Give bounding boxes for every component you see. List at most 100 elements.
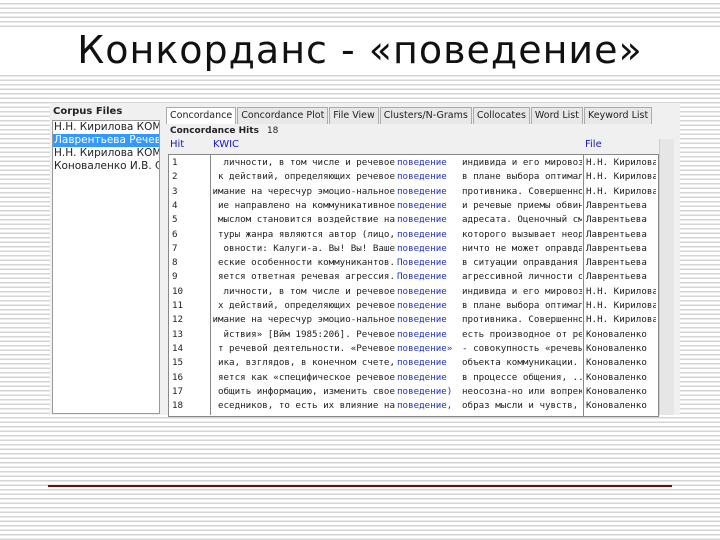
corpus-files-list[interactable]: Н.Н. Кирилова КОМ Лаврентьева Речевы Н.Н… bbox=[52, 120, 160, 414]
corpus-file-item[interactable]: Коноваленко И.В. Стр bbox=[53, 160, 159, 173]
concordance-row[interactable]: 16 яется как «специфическое речевое поведе… bbox=[168, 371, 657, 385]
corpus-file-item-selected[interactable]: Лаврентьева Речевы bbox=[53, 134, 159, 147]
keyword: поведение» bbox=[397, 342, 453, 354]
tab-concordance-plot[interactable]: Concordance Plot bbox=[237, 107, 329, 124]
concordance-row[interactable]: 1 личности, в том числе и речевое поведени… bbox=[168, 156, 657, 170]
right-context: противника. Совершенно bbox=[462, 314, 582, 326]
hit-number: 10 bbox=[172, 285, 184, 297]
hit-number: 8 bbox=[172, 257, 178, 269]
left-context: мыслом становится воздействие на bbox=[217, 214, 395, 226]
tool-tabs: Concordance Concordance Plot File View C… bbox=[166, 107, 653, 124]
file-name: Коноваленко bbox=[586, 328, 647, 340]
file-name: Коноваленко bbox=[586, 385, 647, 397]
concordance-row[interactable]: 8 еские особенности коммуникантов. Поведен… bbox=[168, 256, 657, 270]
hit-number: 11 bbox=[172, 300, 184, 311]
right-context: в плане выбора оптималь bbox=[462, 300, 582, 311]
right-context: индивида и его мировозз bbox=[462, 157, 582, 168]
tab-word-list[interactable]: Word List bbox=[530, 107, 583, 124]
keyword: поведение bbox=[397, 228, 447, 240]
keyword: поведение bbox=[397, 328, 447, 340]
left-context: личности, в том числе и речевое bbox=[223, 285, 395, 297]
right-context: индивида и его мировозз bbox=[462, 285, 582, 297]
keyword: поведение bbox=[397, 171, 447, 183]
file-name: Н.Н. Кирилова bbox=[586, 157, 656, 168]
column-header-kwic[interactable]: KWIC bbox=[213, 139, 239, 150]
keyword: Поведение bbox=[397, 271, 447, 283]
concordance-row[interactable]: 17 общить информацию, изменить свое поведе… bbox=[168, 385, 657, 399]
keyword: поведение) bbox=[397, 385, 453, 397]
concordance-row[interactable]: 14 т речевой деятельности. «Речевое поведе… bbox=[168, 342, 657, 356]
keyword: поведение bbox=[397, 214, 447, 226]
right-context: ничто не может оправдат bbox=[462, 242, 582, 254]
keyword: поведение bbox=[397, 285, 447, 297]
keyword: поведение bbox=[397, 371, 447, 383]
hit-number: 1 bbox=[172, 157, 178, 168]
concordance-row[interactable]: 6 туры жанра являются автор (лицо, поведен… bbox=[168, 228, 657, 242]
concordance-row[interactable]: 7 овности: Калуги-а. Вы! Вы! Ваше поведени… bbox=[168, 242, 657, 256]
left-context: т речевой деятельности. «Речевое bbox=[217, 342, 395, 354]
left-context: к действий, определяющих речевое bbox=[217, 171, 395, 183]
file-name: Н.Н. Кирилова bbox=[586, 185, 656, 197]
file-name: Н.Н. Кирилова bbox=[586, 285, 656, 297]
right-context: неосозна-но или вопрек bbox=[462, 385, 582, 397]
hits-label: Concordance Hits bbox=[170, 126, 259, 136]
left-context: яется как «специфическое речевое bbox=[217, 371, 395, 383]
file-name: Лаврентьева bbox=[586, 271, 647, 283]
concordance-row[interactable]: 3 имание на чересчур эмоцио-нальное поведе… bbox=[168, 185, 657, 199]
column-header-hit[interactable]: Hit bbox=[170, 139, 184, 150]
right-context: в ситуации оправдания о bbox=[462, 257, 582, 269]
corpus-file-item[interactable]: Н.Н. Кирилова КОМ bbox=[53, 121, 159, 134]
concordance-row[interactable]: 10 личности, в том числе и речевое поведен… bbox=[168, 285, 657, 299]
tab-collocates[interactable]: Collocates bbox=[472, 107, 530, 124]
file-name: Н.Н. Кирилова bbox=[586, 171, 656, 183]
file-name: Лаврентьева bbox=[586, 214, 647, 226]
hit-number: 5 bbox=[172, 214, 178, 226]
hit-number: 3 bbox=[172, 185, 178, 197]
right-context: есть производное от реч bbox=[462, 328, 582, 340]
concordance-row[interactable]: 12 имание на чересчур эмоцио-нальное повед… bbox=[168, 313, 657, 327]
tab-clusters[interactable]: Clusters/N-Grams bbox=[379, 107, 472, 124]
left-context: ика, взглядов, в конечном счете, bbox=[217, 357, 395, 369]
keyword: Поведение bbox=[397, 257, 447, 269]
keyword: поведение bbox=[397, 357, 447, 369]
keyword: поведение bbox=[397, 300, 447, 311]
concordance-row[interactable]: 13 йствия» [Вйм 1985:206]. Речевое поведен… bbox=[168, 328, 657, 342]
hit-number: 16 bbox=[172, 371, 184, 383]
left-context: туры жанра являются автор (лицо, bbox=[217, 228, 395, 240]
left-context: ие направлено на коммуникативное bbox=[217, 199, 395, 211]
concordance-row[interactable]: 9 яется ответная речевая агрессия. Поведен… bbox=[168, 270, 657, 284]
divider-line bbox=[48, 485, 672, 487]
concordance-row[interactable]: 4 ие направлено на коммуникативное поведен… bbox=[168, 199, 657, 213]
file-name: Н.Н. Кирилова bbox=[586, 300, 656, 311]
concordance-row[interactable]: 15 ика, взглядов, в конечном счете, поведе… bbox=[168, 356, 657, 370]
tab-concordance[interactable]: Concordance bbox=[166, 107, 237, 124]
concordance-row[interactable]: 5 мыслом становится воздействие на поведен… bbox=[168, 213, 657, 227]
tab-keyword-list[interactable]: Keyword List bbox=[583, 107, 653, 124]
file-name: Коноваленко bbox=[586, 400, 647, 412]
concordance-row[interactable]: 11 х действий, определяющих речевое поведе… bbox=[168, 299, 657, 313]
hit-number: 17 bbox=[172, 385, 184, 397]
concordance-row[interactable]: 18 еседников, то есть их влияние на поведе… bbox=[168, 399, 657, 413]
hit-number: 7 bbox=[172, 242, 178, 254]
hit-number: 6 bbox=[172, 228, 178, 240]
right-context: объекта коммуникации. К bbox=[462, 357, 582, 369]
hit-number: 2 bbox=[172, 171, 178, 183]
right-context: адресата. Оценочный смы bbox=[462, 214, 582, 226]
corpus-files-label: Corpus Files bbox=[53, 106, 123, 117]
concordance-row[interactable]: 2 к действий, определяющих речевое поведен… bbox=[168, 170, 657, 184]
left-context: имание на чересчур эмоцио-нальное bbox=[212, 314, 395, 326]
vertical-scrollbar[interactable] bbox=[659, 139, 674, 415]
left-context: общить информацию, изменить свое bbox=[217, 385, 395, 397]
left-context: яется ответная речевая агрессия. bbox=[217, 271, 395, 283]
hit-number: 12 bbox=[172, 314, 184, 326]
slide-title: Конкорданс - «поведение» bbox=[0, 28, 720, 72]
hit-number: 18 bbox=[172, 400, 184, 412]
hit-number: 13 bbox=[172, 328, 184, 340]
right-context: в плане выбора оптималь bbox=[462, 171, 582, 183]
hit-number: 9 bbox=[172, 271, 178, 283]
tab-file-view[interactable]: File View bbox=[329, 107, 379, 124]
right-context: - совокупность «речевы bbox=[462, 342, 582, 354]
file-name: Коноваленко bbox=[586, 342, 647, 354]
corpus-file-item[interactable]: Н.Н. Кирилова КОМ bbox=[53, 147, 159, 160]
column-header-file[interactable]: File bbox=[585, 139, 602, 150]
